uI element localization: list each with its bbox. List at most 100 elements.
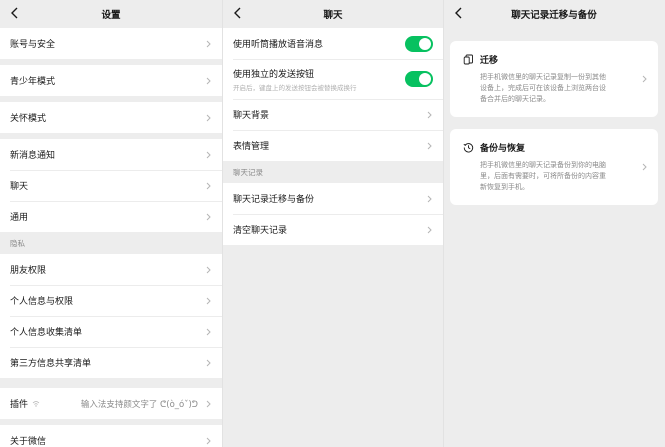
item-label: 表情管理 xyxy=(233,142,270,152)
migrate-nav-bar: 聊天记录迁移与备份 xyxy=(444,0,664,28)
chat-group-toggles: 使用听筒播放语音消息 使用独立的发送按钮 开启后，键盘上的发送按钮会被替换成换行… xyxy=(223,28,443,161)
chevron-right-icon xyxy=(204,358,212,368)
chevron-right-icon xyxy=(204,39,212,49)
chevron-right-icon xyxy=(425,194,433,204)
chevron-right-icon xyxy=(204,212,212,222)
chevron-left-icon xyxy=(233,7,240,19)
chevron-right-icon xyxy=(204,265,212,275)
chat-nav-bar: 聊天 xyxy=(223,0,443,28)
chevron-right-icon xyxy=(425,141,433,151)
item-label: 关怀模式 xyxy=(10,114,47,124)
back-button[interactable] xyxy=(229,4,245,22)
card-description: 把手机微信里的聊天记录备份到你的电脑里，后面有需要时，可将所备份的内容重新恢复到… xyxy=(480,161,606,191)
item-label: 个人信息与权限 xyxy=(10,297,74,307)
settings-group-teen: 青少年模式 xyxy=(0,65,222,96)
page-title: 聊天记录迁移与备份 xyxy=(511,10,597,21)
item-label: 清空聊天记录 xyxy=(233,226,288,236)
chevron-right-icon xyxy=(642,162,648,172)
chevron-right-icon xyxy=(204,181,212,191)
settings-group-about: 关于微信 xyxy=(0,425,222,447)
item-label: 个人信息收集清单 xyxy=(10,328,83,338)
plugin-status-text: 输入法支持颜文字了 ᕦ(ò_óˇ)ᕤ xyxy=(80,399,198,410)
chevron-right-icon xyxy=(204,76,212,86)
settings-item-friend-permissions[interactable]: 朋友权限 xyxy=(0,254,222,285)
settings-item-teen-mode[interactable]: 青少年模式 xyxy=(0,65,222,96)
send-button-toggle[interactable] xyxy=(405,71,433,87)
settings-item-personal-info[interactable]: 个人信息与权限 xyxy=(0,285,222,316)
chevron-right-icon xyxy=(642,74,648,84)
history-icon xyxy=(462,142,474,154)
item-label: 朋友权限 xyxy=(10,266,47,276)
chat-item-earpiece: 使用听筒播放语音消息 xyxy=(223,28,443,59)
chevron-right-icon xyxy=(425,110,433,120)
item-label: 账号与安全 xyxy=(10,40,56,50)
wifi-icon xyxy=(32,399,41,408)
item-label: 关于微信 xyxy=(10,437,47,447)
settings-group-account: 账号与安全 xyxy=(0,28,222,59)
card-description: 把手机微信里的聊天记录复制一份到其他设备上，完成后可在该设备上浏览两台设备合并后… xyxy=(480,73,606,103)
settings-item-third-party-sharing[interactable]: 第三方信息共享清单 xyxy=(0,347,222,378)
chevron-left-icon xyxy=(454,7,461,19)
back-button[interactable] xyxy=(6,4,22,22)
card-title: 迁移 xyxy=(480,56,499,66)
card-header: 备份与恢复 xyxy=(462,141,638,154)
page-title: 聊天 xyxy=(323,10,343,21)
settings-item-chat[interactable]: 聊天 xyxy=(0,170,222,201)
chat-item-stickers[interactable]: 表情管理 xyxy=(223,130,443,161)
migrate-backup-panel: 聊天记录迁移与备份 迁移 把手机微信里的聊天记录复制一份到其他设备上，完成后可在… xyxy=(443,0,664,447)
settings-group-care: 关怀模式 xyxy=(0,102,222,133)
item-label: 聊天 xyxy=(10,182,29,192)
chat-group-history: 聊天记录迁移与备份 清空聊天记录 xyxy=(223,183,443,245)
item-label: 第三方信息共享清单 xyxy=(10,359,92,369)
chevron-right-icon xyxy=(425,225,433,235)
item-sublabel: 开启后，键盘上的发送按钮会被替换成换行 xyxy=(233,83,357,92)
item-label: 青少年模式 xyxy=(10,77,56,87)
item-label: 插件 xyxy=(10,400,29,410)
settings-item-about[interactable]: 关于微信 xyxy=(0,425,222,447)
migrate-card[interactable]: 迁移 把手机微信里的聊天记录复制一份到其他设备上，完成后可在该设备上浏览两台设备… xyxy=(450,41,658,117)
item-label: 聊天记录迁移与备份 xyxy=(233,195,315,205)
item-label: 使用独立的发送按钮 xyxy=(233,69,315,80)
divider xyxy=(0,378,222,388)
settings-item-account-security[interactable]: 账号与安全 xyxy=(0,28,222,59)
chat-item-background[interactable]: 聊天背景 xyxy=(223,99,443,130)
settings-item-plugins[interactable]: 插件 输入法支持颜文字了 ᕦ(ò_óˇ)ᕤ xyxy=(0,388,222,419)
section-label-chat-history: 聊天记录 xyxy=(233,167,263,177)
item-label: 使用听筒播放语音消息 xyxy=(233,40,324,50)
item-label: 新消息通知 xyxy=(10,151,56,161)
back-button[interactable] xyxy=(450,4,466,22)
settings-nav-bar: 设置 xyxy=(0,0,222,28)
card-header: 迁移 xyxy=(462,53,638,66)
settings-group-general: 新消息通知 聊天 通用 xyxy=(0,139,222,232)
settings-item-care-mode[interactable]: 关怀模式 xyxy=(0,102,222,133)
screens: 设置 账号与安全 青少年模式 关怀模式 新消息通知 聊天 通用 隐私 朋友权限 … xyxy=(0,0,665,447)
card-title: 备份与恢复 xyxy=(480,144,526,154)
page-title: 设置 xyxy=(101,10,121,21)
chevron-right-icon xyxy=(204,436,212,446)
settings-item-info-collection[interactable]: 个人信息收集清单 xyxy=(0,316,222,347)
item-label: 聊天背景 xyxy=(233,111,270,121)
chevron-right-icon xyxy=(204,296,212,306)
chat-settings-panel: 聊天 使用听筒播放语音消息 使用独立的发送按钮 开启后，键盘上的发送按钮会被替换… xyxy=(222,0,443,447)
item-labelbox: 使用独立的发送按钮 开启后，键盘上的发送按钮会被替换成换行 xyxy=(233,67,405,92)
earpiece-toggle[interactable] xyxy=(405,35,433,52)
settings-group-privacy: 朋友权限 个人信息与权限 个人信息收集清单 第三方信息共享清单 xyxy=(0,254,222,378)
chat-item-send-button: 使用独立的发送按钮 开启后，键盘上的发送按钮会被替换成换行 xyxy=(223,59,443,99)
chevron-right-icon xyxy=(204,113,212,123)
settings-item-general[interactable]: 通用 xyxy=(0,201,222,232)
chevron-right-icon xyxy=(204,327,212,337)
migrate-icon xyxy=(462,54,474,66)
chat-item-migrate-backup[interactable]: 聊天记录迁移与备份 xyxy=(223,183,443,214)
settings-item-notifications[interactable]: 新消息通知 xyxy=(0,139,222,170)
settings-group-plugins: 插件 输入法支持颜文字了 ᕦ(ò_óˇ)ᕤ xyxy=(0,388,222,419)
section-label-privacy: 隐私 xyxy=(10,238,25,248)
settings-panel: 设置 账号与安全 青少年模式 关怀模式 新消息通知 聊天 通用 隐私 朋友权限 … xyxy=(0,0,222,447)
chat-item-clear-history[interactable]: 清空聊天记录 xyxy=(223,214,443,245)
item-label: 通用 xyxy=(10,213,29,223)
chevron-left-icon xyxy=(10,7,17,19)
chevron-right-icon xyxy=(204,399,212,409)
chevron-right-icon xyxy=(204,150,212,160)
backup-restore-card[interactable]: 备份与恢复 把手机微信里的聊天记录备份到你的电脑里，后面有需要时，可将所备份的内… xyxy=(450,129,658,205)
